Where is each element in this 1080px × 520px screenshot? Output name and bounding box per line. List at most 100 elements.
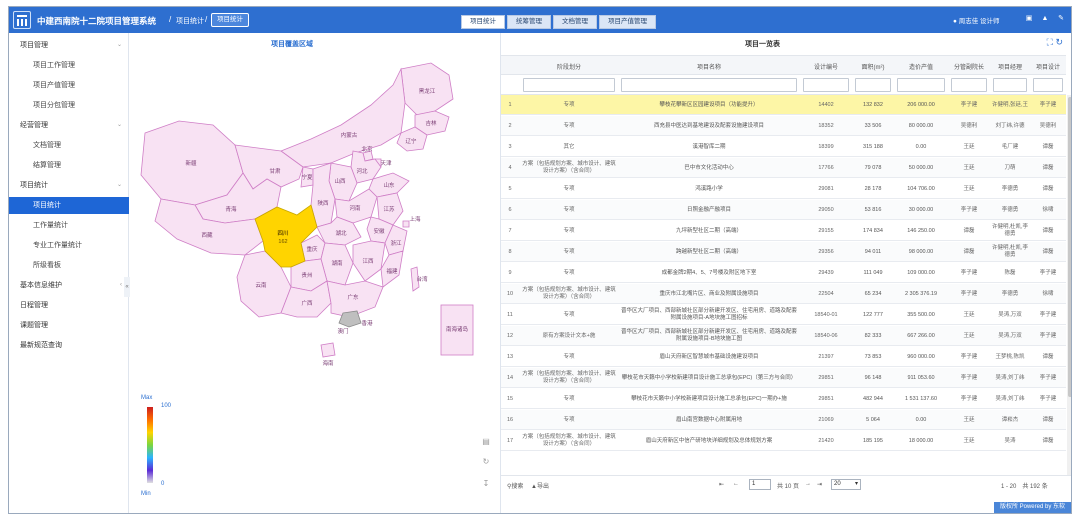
- filter-director-input[interactable]: [951, 78, 987, 92]
- sidebar-item-schedule[interactable]: 日程管理: [9, 297, 129, 314]
- table-row[interactable]: 8 专项 跨越新型社区二期（高端） 29356 94 011 98 000.00 谭磊 许健明…: [501, 242, 1066, 262]
- cell-project-name: 眉山南宫数据中心附属用地: [675, 416, 742, 423]
- table-row[interactable]: 17 方案（包括规划方案、城市设计、建筑设计方案）（含合同） 眉山天府新区中信产研地…: [501, 431, 1066, 451]
- cell-director: 谭磊: [963, 227, 975, 234]
- data-view-icon[interactable]: ▤: [481, 437, 491, 447]
- tab-overall-management[interactable]: 统筹管理: [507, 15, 551, 29]
- sidebar-item-project-stats-group[interactable]: 项目统计 ⌄: [9, 177, 129, 194]
- table-row[interactable]: 15 专项 攀枝花市天籁中小学校新建项目设计施工总承包(EPC)一期办+施 29851…: [501, 389, 1066, 409]
- filter-name-input[interactable]: [621, 78, 797, 92]
- column-header[interactable]: 阶段划分: [521, 62, 617, 71]
- tab-document-management[interactable]: 文档管理: [553, 15, 597, 29]
- page-number-input[interactable]: 1: [749, 479, 771, 490]
- table-row[interactable]: 3 其它 溪港智库二期 18399 315 188 0.00 王廷 毛厂建 谭磊: [501, 137, 1066, 157]
- table-row[interactable]: 16 专项 眉山南宫数据中心附属用地 21069 5 064 0.00 王廷 谭崧杰 谭磊: [501, 410, 1066, 430]
- filter-area-input[interactable]: [855, 78, 891, 92]
- cell-designer: 谭磊: [1042, 227, 1054, 234]
- table-row[interactable]: 13 专项 眉山天府新区智慧城市基础设施建设项目 21397 73 853 960 000…: [501, 347, 1066, 367]
- sidebar-item-dashboard[interactable]: 所级看板: [9, 257, 129, 274]
- sidebar-item-basic-info[interactable]: 基本信息维护 ‹: [9, 277, 129, 294]
- bell-icon[interactable]: ▲: [1041, 15, 1049, 23]
- column-header[interactable]: 设计编号: [801, 62, 851, 71]
- sidebar-item-project-output[interactable]: 项目产值管理: [9, 77, 129, 94]
- user-menu[interactable]: ● 周志佳 设计师: [953, 15, 1000, 25]
- cell-director: 王廷: [963, 311, 975, 318]
- cell-manager: 吴涛,刘丁纬: [995, 374, 1025, 381]
- last-page-button[interactable]: ⇥: [817, 481, 822, 488]
- table-scrollbar[interactable]: [1067, 95, 1071, 475]
- cell-stage: 方案（包括规划方案、城市设计、建筑设计方案）（含合同）: [522, 371, 616, 384]
- prev-page-button[interactable]: ←: [733, 481, 739, 487]
- cell-designer: 吴德利: [1039, 122, 1057, 129]
- cell-output: 206 000.00: [907, 101, 935, 108]
- table-row[interactable]: 11 专项 晋华区大厂项目、西部新城社区部分新建开发区、住宅用房、道路及配套附属设施…: [501, 305, 1066, 325]
- cell-area: 122 777: [863, 311, 883, 318]
- download-icon[interactable]: ↧: [481, 479, 491, 489]
- breadcrumb-item[interactable]: 项目统计: [176, 16, 204, 26]
- sidebar-item-project-management[interactable]: 项目管理 ⌄: [9, 37, 129, 54]
- refresh-icon[interactable]: ↻: [1055, 37, 1063, 47]
- filter-manager-input[interactable]: [993, 78, 1027, 92]
- filter-designer-input[interactable]: [1033, 78, 1063, 92]
- sidebar-item-discipline-workload[interactable]: 专业工作量统计: [9, 237, 129, 254]
- column-header[interactable]: 造价产值: [895, 62, 947, 71]
- filter-code-input[interactable]: [803, 78, 849, 92]
- export-button[interactable]: ▲导出: [531, 481, 549, 490]
- sidebar-item-project-work[interactable]: 项目工作管理: [9, 57, 129, 74]
- province-hainan[interactable]: [320, 342, 336, 358]
- first-page-button[interactable]: ⇤: [719, 481, 724, 488]
- table-row[interactable]: 12 原有方案设计文本+施 晋华区大厂项目、西部新城社区部分新建开发区、住宅用房、道…: [501, 326, 1066, 346]
- sidebar-item-settlement[interactable]: 结算管理: [9, 157, 129, 174]
- table-row[interactable]: 9 专项 成都金牌2期4、5、7号楼及附区地下室 29439 111 049 109 00…: [501, 263, 1066, 283]
- cell-output: 109 000.00: [907, 269, 935, 276]
- tab-output-management[interactable]: 项目产值管理: [599, 15, 656, 29]
- table-row[interactable]: 10 方案（包括规划方案、城市设计、建筑设计方案）（含合同） 重庆市江北嘴片区、商业…: [501, 284, 1066, 304]
- row-index: 11: [507, 311, 513, 318]
- page-size-select[interactable]: 20 ▾: [831, 479, 861, 490]
- column-header[interactable]: 项目名称: [619, 62, 799, 71]
- table-row[interactable]: 5 专项 鸿溪路小学 29081 28 178 104 706.00 王廷 李德勇 谭磊: [501, 179, 1066, 199]
- next-page-button[interactable]: →: [805, 481, 811, 487]
- legend-color-bar[interactable]: [147, 407, 153, 483]
- sidebar-item-business-management[interactable]: 经营管理 ⌄: [9, 117, 129, 134]
- sidebar-item-regulations[interactable]: 最新规范查询: [9, 337, 129, 354]
- sidebar-item-documents[interactable]: 文档管理: [9, 137, 129, 154]
- table-row[interactable]: 2 专项 西充县中医达到基地建设及配套设施建设项目 18352 33 506 80 000…: [501, 116, 1066, 136]
- breadcrumb-current[interactable]: 项目统计: [211, 13, 249, 27]
- cell-output: 1 531 137.60: [904, 395, 938, 402]
- map-label: 北京: [361, 145, 373, 153]
- search-button[interactable]: ⚲搜索: [507, 481, 523, 490]
- cell-designer: 李子建: [1039, 101, 1057, 108]
- cell-area: 111 049: [863, 269, 883, 276]
- fullscreen-icon[interactable]: ▣: [1025, 15, 1033, 23]
- scrollbar-thumb[interactable]: [1068, 97, 1071, 397]
- filter-stage-input[interactable]: [523, 78, 615, 92]
- column-header[interactable]: 项目经理: [991, 62, 1029, 71]
- column-header[interactable]: 分管副院长: [949, 62, 989, 71]
- table-row[interactable]: 1 专项 攀枝花攀新区区园建设项目（功能提升） 14402 132 832 206 000…: [501, 95, 1066, 115]
- edit-icon[interactable]: ✎: [1057, 15, 1065, 23]
- cell-director: 吴德利: [960, 122, 978, 129]
- sidebar-item-research[interactable]: 课题管理: [9, 317, 129, 334]
- china-map[interactable]: 黑龙江 吉林 辽宁 内蒙古 北京 天津 河北 新疆 甘肃 宁夏 山西 山东 青海…: [131, 55, 499, 395]
- table-row[interactable]: 4 方案（包括规划方案、城市设计、建筑设计方案）（含合同） 巴中市文化活动中心 177…: [501, 158, 1066, 178]
- column-header[interactable]: 面积(m²): [853, 62, 893, 71]
- province-shanghai[interactable]: [402, 220, 410, 228]
- restore-icon[interactable]: ↻: [481, 457, 491, 467]
- sidebar-item-workload-stats[interactable]: 工作量统计: [9, 217, 129, 234]
- expand-icon[interactable]: ⛶: [1047, 37, 1053, 47]
- province-neimenggu[interactable]: [280, 67, 406, 168]
- table-row[interactable]: 6 专项 日照金融产融项目 29050 53 816 30 000.00 李子建 李德勇 徐啸: [501, 200, 1066, 220]
- filter-output-input[interactable]: [897, 78, 945, 92]
- map-label: 山西: [334, 177, 346, 185]
- sidebar-collapse-handle[interactable]: «: [124, 277, 130, 297]
- sidebar-item-project-subcontract[interactable]: 项目分包管理: [9, 97, 129, 114]
- column-header[interactable]: 项目设计: [1031, 62, 1065, 71]
- sidebar-item-project-stats[interactable]: 项目统计: [9, 197, 129, 214]
- table-row[interactable]: 14 方案（包括规划方案、城市设计、建筑设计方案）（含合同） 攀枝花市天籁中小学校新…: [501, 368, 1066, 388]
- cell-stage: 专项: [563, 206, 575, 213]
- cell-designer: 李子建: [1039, 395, 1057, 402]
- tab-project-stats[interactable]: 项目统计: [461, 15, 505, 29]
- table-row[interactable]: 7 专项 九坪新型社区二期（高端） 29155 174 834 146 250.00 谭磊 许…: [501, 221, 1066, 241]
- cell-director: 王廷: [963, 185, 975, 192]
